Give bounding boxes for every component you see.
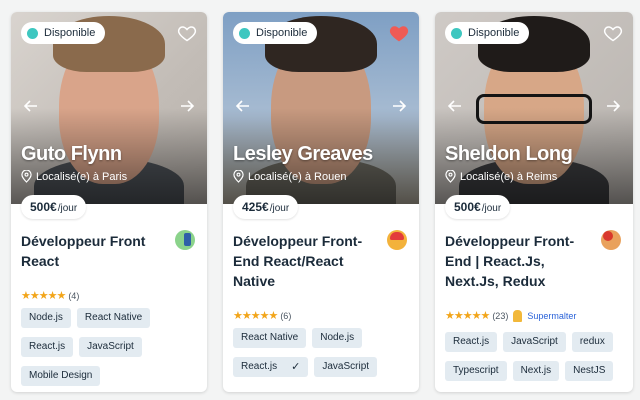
availability-label: Disponible — [44, 27, 96, 39]
price-unit: /jour — [57, 203, 78, 214]
location: Localisé(e) à Reims — [445, 170, 557, 183]
availability-badge: Disponible — [445, 22, 530, 44]
arrow-left-icon[interactable] — [447, 98, 463, 114]
arrow-right-icon[interactable] — [391, 98, 407, 114]
available-dot-icon — [27, 27, 38, 39]
location: Localisé(e) à Paris — [21, 170, 127, 183]
skill-tags: React.js JavaScript redux Typescript Nex… — [445, 332, 621, 390]
ribbon-icon — [513, 309, 523, 322]
superhero-emoji-icon — [601, 230, 621, 250]
phone-emoji-icon — [175, 230, 195, 250]
location-pin-icon — [21, 170, 32, 183]
heart-outline-icon[interactable] — [177, 23, 197, 43]
skill-tag: Node.js — [21, 308, 71, 328]
skill-tags: React Native Node.js React.js ✓ JavaScri… — [233, 328, 409, 386]
arrow-right-icon[interactable] — [179, 98, 195, 114]
location-pin-icon — [233, 170, 244, 183]
heart-outline-icon[interactable] — [603, 23, 623, 43]
location-label: Localisé(e) à Reims — [460, 170, 558, 183]
heart-filled-icon[interactable] — [389, 23, 409, 43]
daily-rate: 500€/jour — [21, 195, 87, 219]
price-unit: /jour — [269, 203, 290, 214]
skill-tag: JavaScript — [314, 357, 378, 377]
daily-rate: 500€/jour — [445, 195, 511, 219]
location-pin-icon — [445, 170, 456, 183]
skill-tag: NestJS — [565, 361, 614, 381]
arrow-left-icon[interactable] — [235, 98, 251, 114]
rating-count: (4) — [68, 290, 80, 301]
star-rating-icon: ★★★★★ — [233, 310, 278, 322]
rating-count: (6) — [280, 310, 292, 321]
skill-tag: redux — [571, 332, 613, 352]
skill-tag: Node.js — [312, 328, 363, 348]
check-icon: ✓ — [291, 361, 301, 373]
availability-label: Disponible — [468, 27, 520, 39]
skill-tag: JavaScript — [79, 337, 142, 357]
skill-tags: Node.js React Native React.js JavaScript… — [21, 308, 197, 392]
availability-badge: Disponible — [21, 22, 106, 44]
arrow-right-icon[interactable] — [605, 98, 621, 114]
location-label: Localisé(e) à Rouen — [248, 170, 347, 183]
price-value: 500€ — [30, 200, 57, 214]
supermalter-badge[interactable]: Supermalter — [513, 309, 577, 322]
skill-tag: React.js — [21, 337, 74, 357]
job-title[interactable]: Développeur Front-End React/React Native — [233, 231, 383, 291]
skill-tag: React.js — [445, 332, 498, 352]
price-value: 500€ — [454, 200, 481, 214]
availability-badge: Disponible — [233, 22, 318, 44]
skill-tag: React Native — [233, 328, 307, 348]
price-unit: /jour — [481, 203, 502, 214]
job-title[interactable]: Développeur Front React — [21, 231, 171, 271]
baby-emoji-icon — [387, 230, 407, 250]
daily-rate: 425€/jour — [233, 195, 299, 219]
available-dot-icon — [239, 27, 250, 39]
supermalter-label: Supermalter — [527, 310, 577, 321]
rating-count: (23) — [492, 310, 509, 321]
skill-tag: JavaScript — [503, 332, 566, 352]
arrow-left-icon[interactable] — [23, 98, 39, 114]
skill-tag: Next.js — [512, 361, 560, 381]
location: Localisé(e) à Rouen — [233, 170, 346, 183]
rating: ★★★★★ (6) — [233, 309, 291, 322]
freelancer-card[interactable]: Disponible Lesley Greaves Localisé(e) à … — [223, 12, 419, 392]
availability-label: Disponible — [256, 27, 308, 39]
star-rating-icon: ★★★★★ — [21, 290, 66, 302]
rating: ★★★★★ (4) — [21, 289, 79, 302]
skill-label: React.js — [241, 361, 278, 372]
star-rating-icon: ★★★★★ — [445, 310, 490, 322]
location-label: Localisé(e) à Paris — [36, 170, 128, 183]
skill-tag-matched: React.js ✓ — [233, 357, 309, 377]
freelancer-card[interactable]: Disponible Guto Flynn Localisé(e) à Pari… — [11, 12, 207, 392]
job-title[interactable]: Développeur Front-End | React.Js, Next.J… — [445, 231, 595, 291]
freelancer-name[interactable]: Guto Flynn — [21, 143, 122, 166]
available-dot-icon — [451, 27, 462, 39]
skill-tag: Mobile Design — [21, 366, 101, 386]
freelancer-name[interactable]: Lesley Greaves — [233, 143, 373, 166]
skill-tag: React Native — [76, 308, 151, 328]
skill-tag: Typescript — [445, 361, 507, 381]
price-value: 425€ — [242, 200, 269, 214]
freelancer-name[interactable]: Sheldon Long — [445, 143, 573, 166]
rating: ★★★★★ (23) Supermalter — [445, 309, 576, 322]
freelancer-card[interactable]: Disponible Sheldon Long Localisé(e) à Re… — [435, 12, 633, 392]
